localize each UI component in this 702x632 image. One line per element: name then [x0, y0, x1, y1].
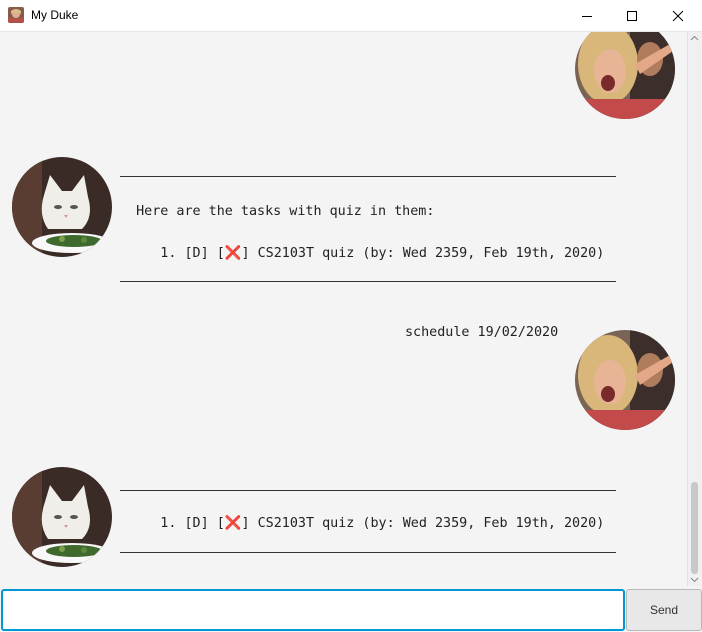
divider-line: [120, 281, 616, 282]
divider-line: [120, 552, 616, 553]
dialog-text: 1. [D] [❌] CS2103T quiz (by: Wed 2359, F…: [120, 246, 605, 261]
input-bar: Send: [0, 586, 702, 632]
divider-line: [120, 176, 616, 177]
scrollbar-thumb[interactable]: [691, 482, 698, 574]
maximize-button[interactable]: [609, 0, 655, 31]
user-message-text: schedule 19/02/2020: [405, 325, 559, 340]
divider-line: [120, 490, 616, 491]
user-avatar: [575, 330, 675, 430]
dialog-text: 1. [D] [❌] CS2103T quiz (by: Wed 2359, F…: [120, 516, 605, 531]
user-avatar: [575, 32, 675, 119]
minimize-button[interactable]: [564, 0, 610, 31]
close-icon: [672, 10, 684, 21]
app-icon: [8, 7, 24, 23]
close-button[interactable]: [655, 0, 701, 31]
duke-avatar: [12, 157, 112, 257]
dialog-container[interactable]: Here are the tasks with quiz in them: 1.…: [0, 32, 686, 586]
window-title: My Duke: [31, 8, 79, 22]
duke-avatar: [12, 467, 112, 567]
vertical-scrollbar[interactable]: [687, 32, 701, 586]
send-button[interactable]: Send: [626, 589, 702, 631]
maximize-icon: [627, 10, 637, 21]
title-bar: My Duke: [0, 0, 702, 32]
scroll-down-icon[interactable]: [690, 575, 699, 584]
scroll-up-icon[interactable]: [690, 34, 699, 43]
minimize-icon: [582, 15, 592, 17]
dialog-text: Here are the tasks with quiz in them:: [120, 204, 435, 219]
user-input[interactable]: [1, 589, 625, 631]
